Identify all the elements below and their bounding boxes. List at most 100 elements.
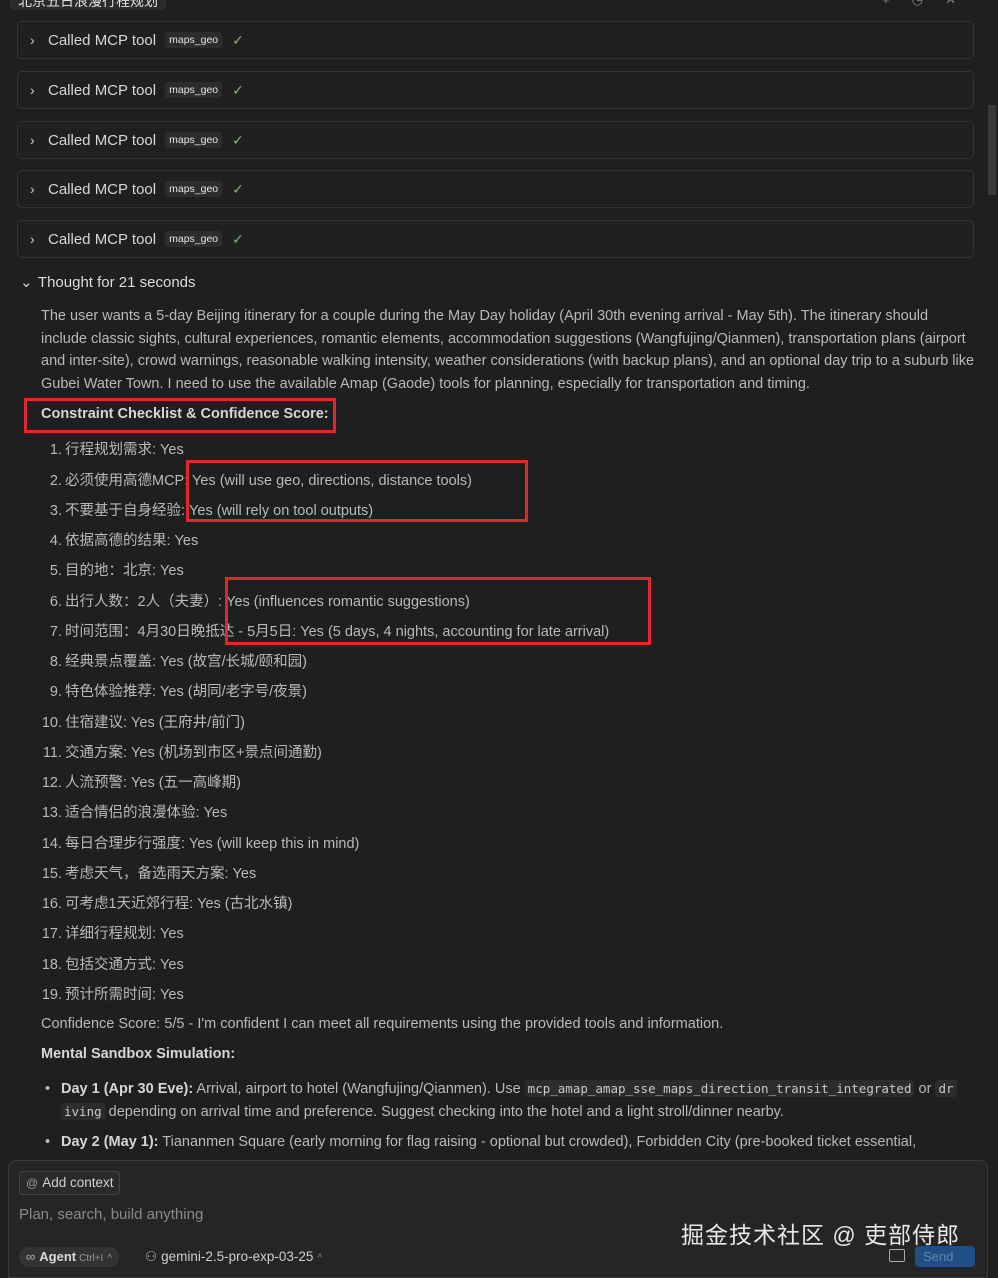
list-text: 依据高德的结果: Yes <box>65 533 199 549</box>
model-icon: ⚇ <box>145 1249 158 1264</box>
chevron-up-icon: ^ <box>107 1253 112 1264</box>
model-selector[interactable]: ⚇ gemini-2.5-pro-exp-03-25 ^ <box>145 1247 322 1269</box>
tool-call-label: Called MCP tool <box>48 131 157 149</box>
plus-icon[interactable]: + <box>882 0 912 7</box>
list-number: 6. <box>49 594 62 610</box>
scrollbar[interactable] <box>988 105 996 195</box>
list-item: 1. 行程规划需求: Yes <box>38 438 184 459</box>
list-item: 8. 经典景点覆盖: Yes (故宫/长城/颐和园) <box>38 650 307 671</box>
list-number: 12. <box>41 775 62 791</box>
list-number: 4. <box>49 533 62 549</box>
list-number: 14. <box>41 836 62 852</box>
list-number: 11. <box>42 745 62 761</box>
title-actions: +◷✕ <box>882 0 978 8</box>
list-text: 经典景点覆盖: Yes (故宫/长城/颐和园) <box>65 654 307 670</box>
list-text: 包括交通方式: Yes <box>65 957 184 973</box>
list-number: 15. <box>41 866 62 882</box>
tool-name-badge: maps_geo <box>165 181 223 197</box>
confidence-score: Confidence Score: 5/5 - I'm confident I … <box>41 1016 724 1032</box>
list-text: 行程规划需求: Yes <box>65 442 184 458</box>
model-name: gemini-2.5-pro-exp-03-25 <box>161 1249 314 1264</box>
thought-header: Thought for 21 seconds <box>37 274 196 291</box>
list-number: 5. <box>49 563 62 579</box>
day-text: Tiananmen Square (early morning for flag… <box>158 1134 917 1150</box>
check-icon: ✓ <box>232 31 244 48</box>
list-text: 特色体验推荐: Yes (胡同/老字号/夜景) <box>65 684 307 700</box>
mode-label: Agent <box>39 1249 77 1264</box>
tool-call-row[interactable]: › Called MCP tool maps_geo ✓ <box>17 21 974 59</box>
tool-name-badge: maps_geo <box>165 132 223 148</box>
list-text: 预计所需时间: Yes <box>65 987 184 1003</box>
add-context-button[interactable]: @ Add context <box>19 1171 121 1195</box>
inline-code: mcp_amap_amap_sse_maps_direction_transit… <box>524 1080 915 1097</box>
tool-call-label: Called MCP tool <box>48 81 157 99</box>
inline-code: dr <box>935 1080 957 1097</box>
send-label: Send <box>923 1249 954 1264</box>
list-text: 每日合理步行强度: Yes (will keep this in mind) <box>65 836 360 852</box>
list-text: 适合情侣的浪漫体验: Yes <box>65 805 228 821</box>
list-text: 考虑天气，备选雨天方案: Yes <box>65 866 257 882</box>
close-icon[interactable]: ✕ <box>945 0 978 7</box>
watermark: 掘金技术社区 @ 吏部侍郎 <box>681 1222 961 1248</box>
list-number: 18. <box>41 957 62 973</box>
list-text: 交通方案: Yes (机场到市区+景点间通勤) <box>65 745 322 761</box>
add-context-label: Add context <box>42 1175 114 1190</box>
tool-name-badge: maps_geo <box>165 82 223 98</box>
list-item: 16. 可考虑1天近郊行程: Yes (古北水镇) <box>38 892 293 913</box>
chevron-right-icon: › <box>30 132 35 148</box>
check-icon: ✓ <box>232 230 244 247</box>
check-icon: ✓ <box>232 131 244 148</box>
list-number: 13. <box>41 805 62 821</box>
list-number: 1. <box>49 442 62 458</box>
list-number: 10. <box>41 715 62 731</box>
list-item: 17. 详细行程规划: Yes <box>38 922 184 943</box>
list-number: 19. <box>41 987 62 1003</box>
list-item: 12. 人流预警: Yes (五一高峰期) <box>38 771 241 792</box>
list-text: 人流预警: Yes (五一高峰期) <box>65 775 241 791</box>
mode-shortcut: Ctrl+I <box>79 1253 104 1264</box>
inline-code: iving <box>61 1102 105 1120</box>
tool-call-row[interactable]: › Called MCP tool maps_geo ✓ <box>17 220 974 258</box>
list-item: 18. 包括交通方式: Yes <box>38 953 184 974</box>
mode-selector[interactable]: ∞ Agent Ctrl+I ^ <box>19 1247 119 1267</box>
list-item: 5. 目的地：北京: Yes <box>38 559 184 580</box>
list-number: 3. <box>49 503 62 519</box>
chevron-down-icon: ⌄ <box>20 274 33 291</box>
thought-toggle[interactable]: ⌄ Thought for 21 seconds <box>20 273 196 291</box>
tool-call-row[interactable]: › Called MCP tool maps_geo ✓ <box>17 121 974 159</box>
check-icon: ✓ <box>232 81 244 98</box>
chat-input[interactable]: Plan, search, build anything <box>19 1206 203 1223</box>
image-icon[interactable] <box>889 1249 905 1262</box>
list-number: 2. <box>49 473 62 489</box>
list-number: 7. <box>49 624 62 640</box>
tool-call-row[interactable]: › Called MCP tool maps_geo ✓ <box>17 71 974 109</box>
list-item: 14. 每日合理步行强度: Yes (will keep this in mind… <box>38 832 360 853</box>
list-number: 16. <box>41 896 62 912</box>
list-text: 目的地：北京: Yes <box>65 563 184 579</box>
list-item: 10. 住宿建议: Yes (王府井/前门) <box>38 711 245 732</box>
tool-call-label: Called MCP tool <box>48 31 157 49</box>
day-text: or <box>914 1081 936 1097</box>
list-item: 11. 交通方案: Yes (机场到市区+景点间通勤) <box>38 741 322 762</box>
conversation-title[interactable]: 北京五日浪漫行程规划 <box>10 0 166 10</box>
sandbox-heading: Mental Sandbox Simulation: <box>41 1046 236 1062</box>
infinity-icon: ∞ <box>26 1249 36 1264</box>
list-item: 13. 适合情侣的浪漫体验: Yes <box>38 801 227 822</box>
list-text: 住宿建议: Yes (王府井/前门) <box>65 715 245 731</box>
history-icon[interactable]: ◷ <box>912 0 945 7</box>
highlight-box <box>186 460 528 522</box>
send-button[interactable]: Send <box>915 1246 975 1267</box>
thought-intro: The user wants a 5-day Beijing itinerary… <box>41 308 975 393</box>
day-title: Day 1 (Apr 30 Eve): <box>61 1081 194 1097</box>
chevron-up-icon: ^ <box>317 1253 323 1264</box>
highlight-box <box>24 398 336 433</box>
list-item: • Day 1 (Apr 30 Eve): Arrival, airport t… <box>45 1078 975 1124</box>
tool-name-badge: maps_geo <box>165 231 223 247</box>
tool-call-label: Called MCP tool <box>48 180 157 198</box>
chevron-right-icon: › <box>30 82 35 98</box>
tool-call-row[interactable]: › Called MCP tool maps_geo ✓ <box>17 170 974 208</box>
highlight-box <box>225 577 651 645</box>
chevron-right-icon: › <box>30 181 35 197</box>
list-number: 8. <box>49 654 62 670</box>
list-text: 详细行程规划: Yes <box>65 926 184 942</box>
